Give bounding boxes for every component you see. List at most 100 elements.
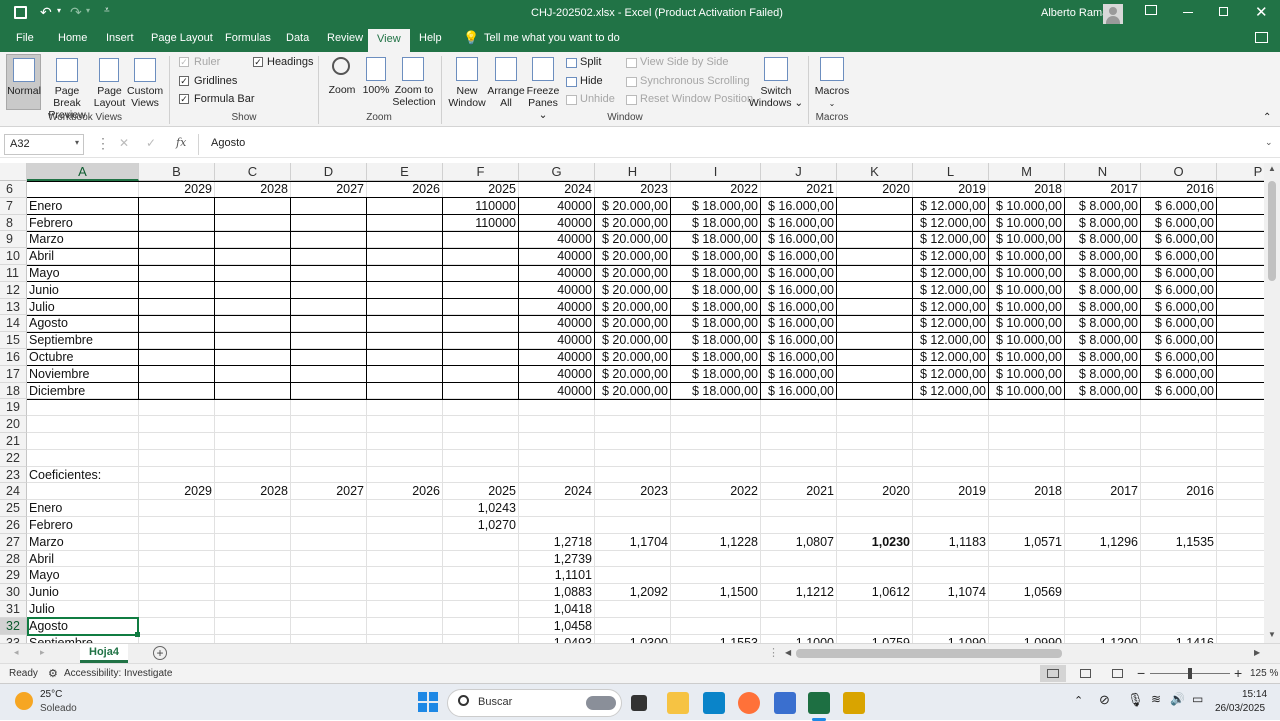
row-header-16[interactable]: 16 <box>0 349 27 366</box>
weather-temp[interactable]: 25°C <box>40 689 62 700</box>
column-header-a[interactable]: A <box>27 163 139 181</box>
cell-j15[interactable]: $ 16.000,00 <box>763 332 836 349</box>
hide-button[interactable]: Hide <box>580 75 603 87</box>
cell-i18[interactable]: $ 18.000,00 <box>673 383 760 400</box>
cell-g13[interactable]: 40000 <box>521 299 594 316</box>
cell-g12[interactable]: 40000 <box>521 282 594 299</box>
tell-me-input[interactable]: Tell me what you want to do <box>484 32 620 44</box>
custom-views-button[interactable]: Custom Views <box>127 85 163 109</box>
user-name[interactable]: Alberto Rama <box>1041 7 1108 19</box>
clock-time[interactable]: 15:14 <box>1242 689 1267 700</box>
column-header-j[interactable]: J <box>761 163 837 181</box>
column-header-d[interactable]: D <box>291 163 367 181</box>
formula-bar-checkbox[interactable]: ✓ <box>179 94 189 104</box>
accessibility-icon[interactable]: ⚙ <box>48 667 58 680</box>
cell-p10[interactable]: $ 4.0 <box>1219 248 1264 265</box>
cell-m16[interactable]: $ 10.000,00 <box>991 349 1064 366</box>
cell-l33[interactable]: 1,1090 <box>915 635 988 643</box>
cell-i27[interactable]: 1,1228 <box>673 534 760 551</box>
cell-i14[interactable]: $ 18.000,00 <box>673 315 760 332</box>
cell-i24[interactable]: 2022 <box>673 483 760 500</box>
cell-h14[interactable]: $ 20.000,00 <box>597 315 670 332</box>
cell-a16[interactable]: Octubre <box>29 349 169 366</box>
tab-help[interactable]: Help <box>419 32 442 44</box>
cell-h15[interactable]: $ 20.000,00 <box>597 332 670 349</box>
cell-i30[interactable]: 1,1500 <box>673 584 760 601</box>
close-icon[interactable]: ✕ <box>1255 3 1268 21</box>
selected-cell-outline[interactable] <box>27 616 139 636</box>
cell-p27[interactable]: 1 <box>1219 534 1264 551</box>
row-header-31[interactable]: 31 <box>0 601 27 618</box>
undo-icon[interactable]: ↶ <box>40 4 52 21</box>
minimize-icon[interactable] <box>1183 12 1193 13</box>
cell-h27[interactable]: 1,1704 <box>597 534 670 551</box>
cell-n17[interactable]: $ 8.000,00 <box>1067 366 1140 383</box>
cell-m7[interactable]: $ 10.000,00 <box>991 198 1064 215</box>
cell-m11[interactable]: $ 10.000,00 <box>991 265 1064 282</box>
cell-a31[interactable]: Julio <box>29 601 169 618</box>
cell-k33[interactable]: 1,0759 <box>839 635 912 643</box>
cell-l10[interactable]: $ 12.000,00 <box>915 248 988 265</box>
cell-m12[interactable]: $ 10.000,00 <box>991 282 1064 299</box>
cell-n14[interactable]: $ 8.000,00 <box>1067 315 1140 332</box>
column-header-k[interactable]: K <box>837 163 913 181</box>
row-header-24[interactable]: 24 <box>0 483 27 501</box>
cell-i17[interactable]: $ 18.000,00 <box>673 366 760 383</box>
row-header-9[interactable]: 9 <box>0 231 27 249</box>
row-header-33[interactable]: 33 <box>0 634 27 643</box>
cell-m10[interactable]: $ 10.000,00 <box>991 248 1064 265</box>
cell-c24[interactable]: 2028 <box>217 483 290 500</box>
column-header-o[interactable]: O <box>1141 163 1217 181</box>
cell-f7[interactable]: 110000 <box>445 198 518 215</box>
cell-p9[interactable]: $ 4.0 <box>1219 231 1264 248</box>
cell-g6[interactable]: 2024 <box>521 181 594 198</box>
cell-p8[interactable]: $ 4.0 <box>1219 215 1264 232</box>
cell-g16[interactable]: 40000 <box>521 349 594 366</box>
zoom-button[interactable]: Zoom <box>326 84 358 96</box>
cell-i11[interactable]: $ 18.000,00 <box>673 265 760 282</box>
cell-l15[interactable]: $ 12.000,00 <box>915 332 988 349</box>
cell-g7[interactable]: 40000 <box>521 198 594 215</box>
cell-a11[interactable]: Mayo <box>29 265 169 282</box>
cell-h18[interactable]: $ 20.000,00 <box>597 383 670 400</box>
maximize-icon[interactable] <box>1219 7 1228 16</box>
cell-p18[interactable]: $ 4.0 <box>1219 383 1264 400</box>
cell-g32[interactable]: 1,0458 <box>521 618 594 635</box>
cell-i6[interactable]: 2022 <box>673 181 760 198</box>
cell-p15[interactable]: $ 4.0 <box>1219 332 1264 349</box>
zoom-out-button[interactable]: − <box>1137 665 1145 681</box>
insert-function-icon[interactable]: fx <box>176 136 186 149</box>
cell-k27[interactable]: 1,0230 <box>839 534 912 551</box>
column-header-p[interactable]: P <box>1217 163 1264 181</box>
row-header-21[interactable]: 21 <box>0 433 27 450</box>
row-header-26[interactable]: 26 <box>0 517 27 534</box>
cell-n9[interactable]: $ 8.000,00 <box>1067 231 1140 248</box>
customize-qat-icon[interactable]: ⩡ <box>104 5 110 16</box>
row-header-19[interactable]: 19 <box>0 399 27 417</box>
cell-e6[interactable]: 2026 <box>369 181 442 198</box>
cell-i9[interactable]: $ 18.000,00 <box>673 231 760 248</box>
cell-k24[interactable]: 2020 <box>839 483 912 500</box>
cell-j11[interactable]: $ 16.000,00 <box>763 265 836 282</box>
column-header-n[interactable]: N <box>1065 163 1141 181</box>
cell-n10[interactable]: $ 8.000,00 <box>1067 248 1140 265</box>
cell-j17[interactable]: $ 16.000,00 <box>763 366 836 383</box>
cell-g10[interactable]: 40000 <box>521 248 594 265</box>
cell-j33[interactable]: 1,1000 <box>763 635 836 643</box>
spreadsheet-grid[interactable]: A B C D E F G H I J K L M N O P 6 2029 2028 2027 2026 2025 202… <box>0 163 1264 643</box>
cell-g17[interactable]: 40000 <box>521 366 594 383</box>
zoom-level[interactable]: 125 % <box>1250 668 1278 679</box>
row-header-30[interactable]: 30 <box>0 584 27 601</box>
row-header-25[interactable]: 25 <box>0 500 27 517</box>
cell-m8[interactable]: $ 10.000,00 <box>991 215 1064 232</box>
cell-g24[interactable]: 2024 <box>521 483 594 500</box>
cell-f25[interactable]: 1,0243 <box>445 500 518 517</box>
cell-i12[interactable]: $ 18.000,00 <box>673 282 760 299</box>
arrange-all-button[interactable]: Arrange All <box>487 85 525 109</box>
cell-h33[interactable]: 1,0300 <box>597 635 670 643</box>
cell-c6[interactable]: 2028 <box>217 181 290 198</box>
cell-b6[interactable]: 2029 <box>141 181 214 198</box>
column-header-h[interactable]: H <box>595 163 671 181</box>
add-sheet-button[interactable]: + <box>153 646 167 660</box>
volume-icon[interactable]: 🔊 <box>1170 692 1185 706</box>
